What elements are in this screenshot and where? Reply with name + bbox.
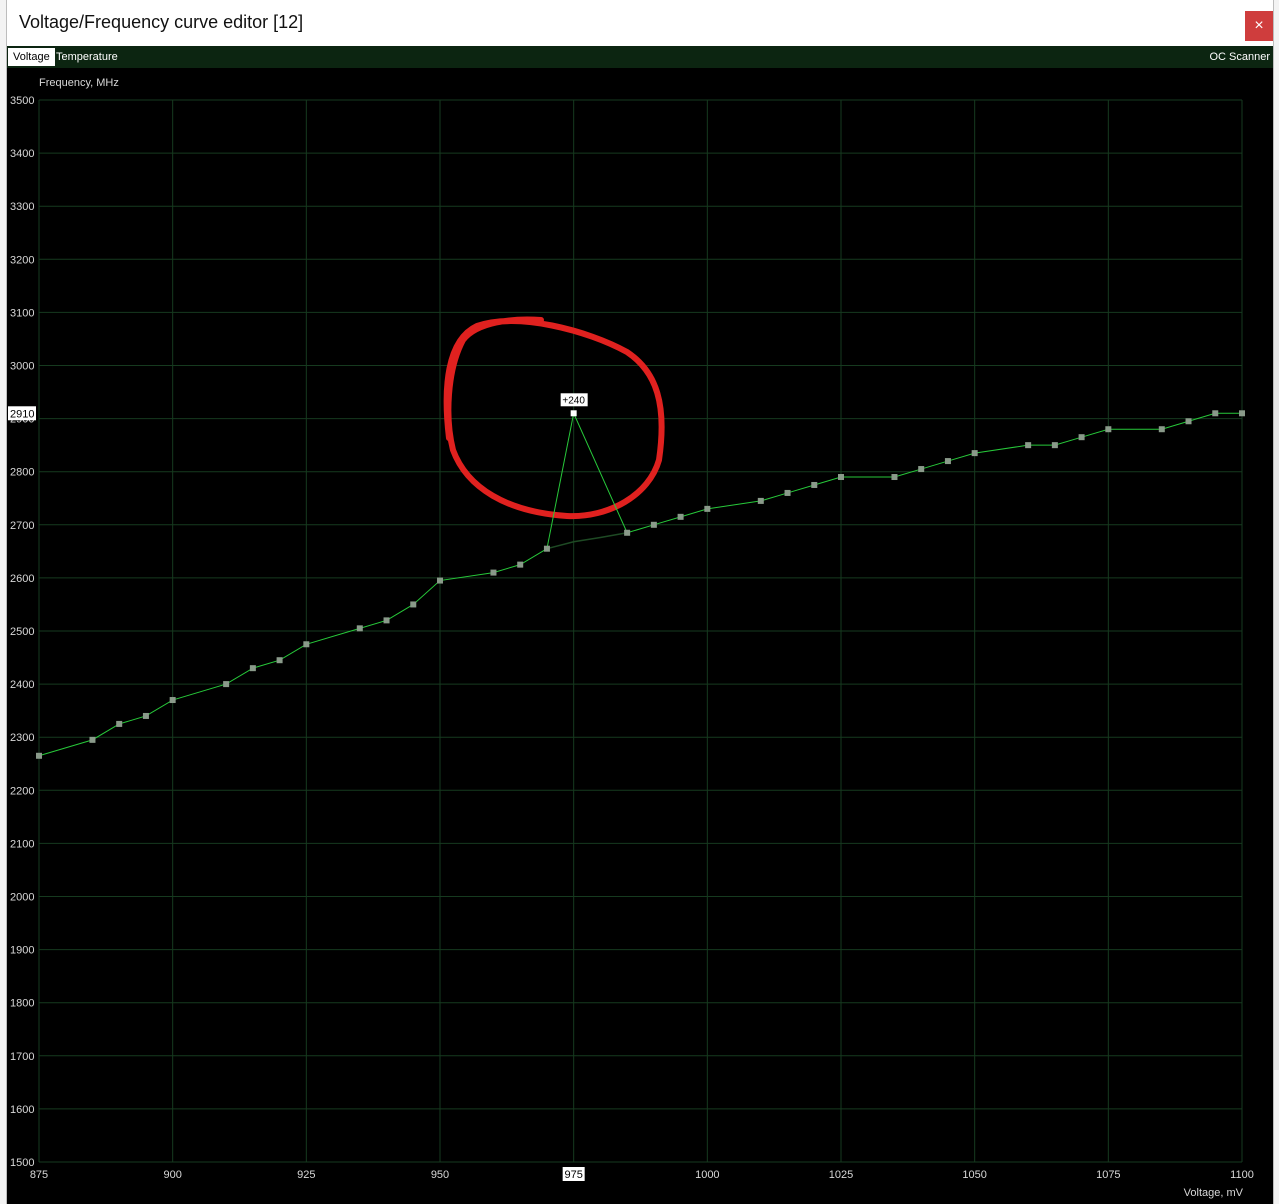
curve-point-1065[interactable] (1051, 442, 1058, 449)
y-tick-2100: 2100 (10, 838, 34, 850)
curve-point-895[interactable] (142, 712, 149, 719)
y-tick-2800: 2800 (10, 467, 34, 479)
curve-point-1090[interactable] (1185, 418, 1192, 425)
curve-point-1060[interactable] (1025, 442, 1032, 449)
curve-point-910[interactable] (223, 681, 230, 688)
grid (38, 99, 1243, 1163)
x-tick-1025: 1025 (829, 1169, 853, 1181)
x-tick-925: 925 (297, 1169, 315, 1181)
curve-point-900[interactable] (169, 697, 176, 704)
y-tick-3400: 3400 (10, 148, 34, 160)
x-tick-950: 950 (431, 1169, 449, 1181)
curve-point-1045[interactable] (944, 458, 951, 465)
x-tick-1075: 1075 (1096, 1169, 1120, 1181)
x-readout: 975 (564, 1169, 582, 1181)
y-tick-3500: 3500 (10, 95, 34, 107)
y-tick-2300: 2300 (10, 732, 34, 744)
curve-point-875[interactable] (36, 752, 42, 759)
y-tick-1900: 1900 (10, 945, 34, 957)
y-tick-2000: 2000 (10, 892, 34, 904)
y-tick-3100: 3100 (10, 307, 34, 319)
y-tick-2600: 2600 (10, 573, 34, 585)
curve-point-890[interactable] (116, 720, 123, 727)
curve-point-1050[interactable] (971, 450, 978, 457)
selected-point-group[interactable]: +240 2910 975 (8, 393, 588, 1181)
curve-point-1015[interactable] (784, 489, 791, 496)
y-tick-2400: 2400 (10, 679, 34, 691)
base-curve-line (546, 532, 628, 550)
y-tick-1600: 1600 (10, 1104, 34, 1116)
offset-label: +240 (562, 395, 585, 406)
curve-point-940[interactable] (383, 617, 390, 624)
curve-points[interactable] (36, 410, 1245, 759)
curve-point-935[interactable] (356, 625, 363, 632)
curve-point-995[interactable] (677, 513, 684, 520)
y-tick-1700: 1700 (10, 1051, 34, 1063)
curve-point-1095[interactable] (1212, 410, 1219, 417)
y-tick-2200: 2200 (10, 785, 34, 797)
vf-curve-chart[interactable]: Frequency, MHz Voltage, mV 1500160017001… (7, 0, 1273, 1204)
curve-point-945[interactable] (410, 601, 417, 608)
x-tick-1000: 1000 (695, 1169, 719, 1181)
x-axis-label: Voltage, mV (1184, 1187, 1244, 1199)
y-tick-3200: 3200 (10, 254, 34, 266)
curve-editor-window: Voltage/Frequency curve editor [12] × Vo… (7, 0, 1273, 1204)
curve-point-960[interactable] (490, 569, 497, 576)
y-tick-2500: 2500 (10, 626, 34, 638)
red-circle-annotation (443, 316, 665, 520)
y-tick-1800: 1800 (10, 998, 34, 1010)
x-tick-1100: 1100 (1230, 1169, 1254, 1181)
curve-point-1000[interactable] (704, 505, 711, 512)
y-axis-label: Frequency, MHz (39, 77, 119, 89)
y-tick-2700: 2700 (10, 520, 34, 532)
curve-point-1085[interactable] (1158, 426, 1165, 433)
x-tick-900: 900 (163, 1169, 181, 1181)
curve-point-970[interactable] (543, 545, 550, 552)
curve-point-1070[interactable] (1078, 434, 1085, 441)
curve-point-915[interactable] (249, 665, 256, 672)
x-tick-1050: 1050 (962, 1169, 986, 1181)
y-tick-1500: 1500 (10, 1157, 34, 1169)
curve-point-920[interactable] (276, 657, 283, 664)
x-tick-875: 875 (30, 1169, 48, 1181)
curve-point-1040[interactable] (918, 466, 925, 473)
curve-point-1010[interactable] (757, 497, 764, 504)
curve-point-1100[interactable] (1239, 410, 1245, 417)
curve-point-1075[interactable] (1105, 426, 1112, 433)
tick-labels: 1500 1600 1700 1800 1900 2000 2100 2200 2300 2400… (10, 95, 1254, 1181)
curve-point-1020[interactable] (811, 481, 818, 488)
curve-point-965[interactable] (517, 561, 524, 568)
curve-point-985[interactable] (624, 529, 631, 536)
y-tick-3000: 3000 (10, 361, 34, 373)
curve-point-950[interactable] (437, 577, 443, 584)
vf-curve-line (38, 411, 1242, 757)
y-readout: 2910 (10, 408, 34, 420)
curve-point-1035[interactable] (891, 474, 898, 481)
y-tick-3300: 3300 (10, 201, 34, 213)
curve-point-990[interactable] (650, 521, 657, 528)
selected-curve-point[interactable] (570, 410, 577, 417)
curve-point-1025[interactable] (838, 474, 844, 481)
curve-point-925[interactable] (303, 641, 310, 648)
curve-point-885[interactable] (89, 736, 96, 743)
